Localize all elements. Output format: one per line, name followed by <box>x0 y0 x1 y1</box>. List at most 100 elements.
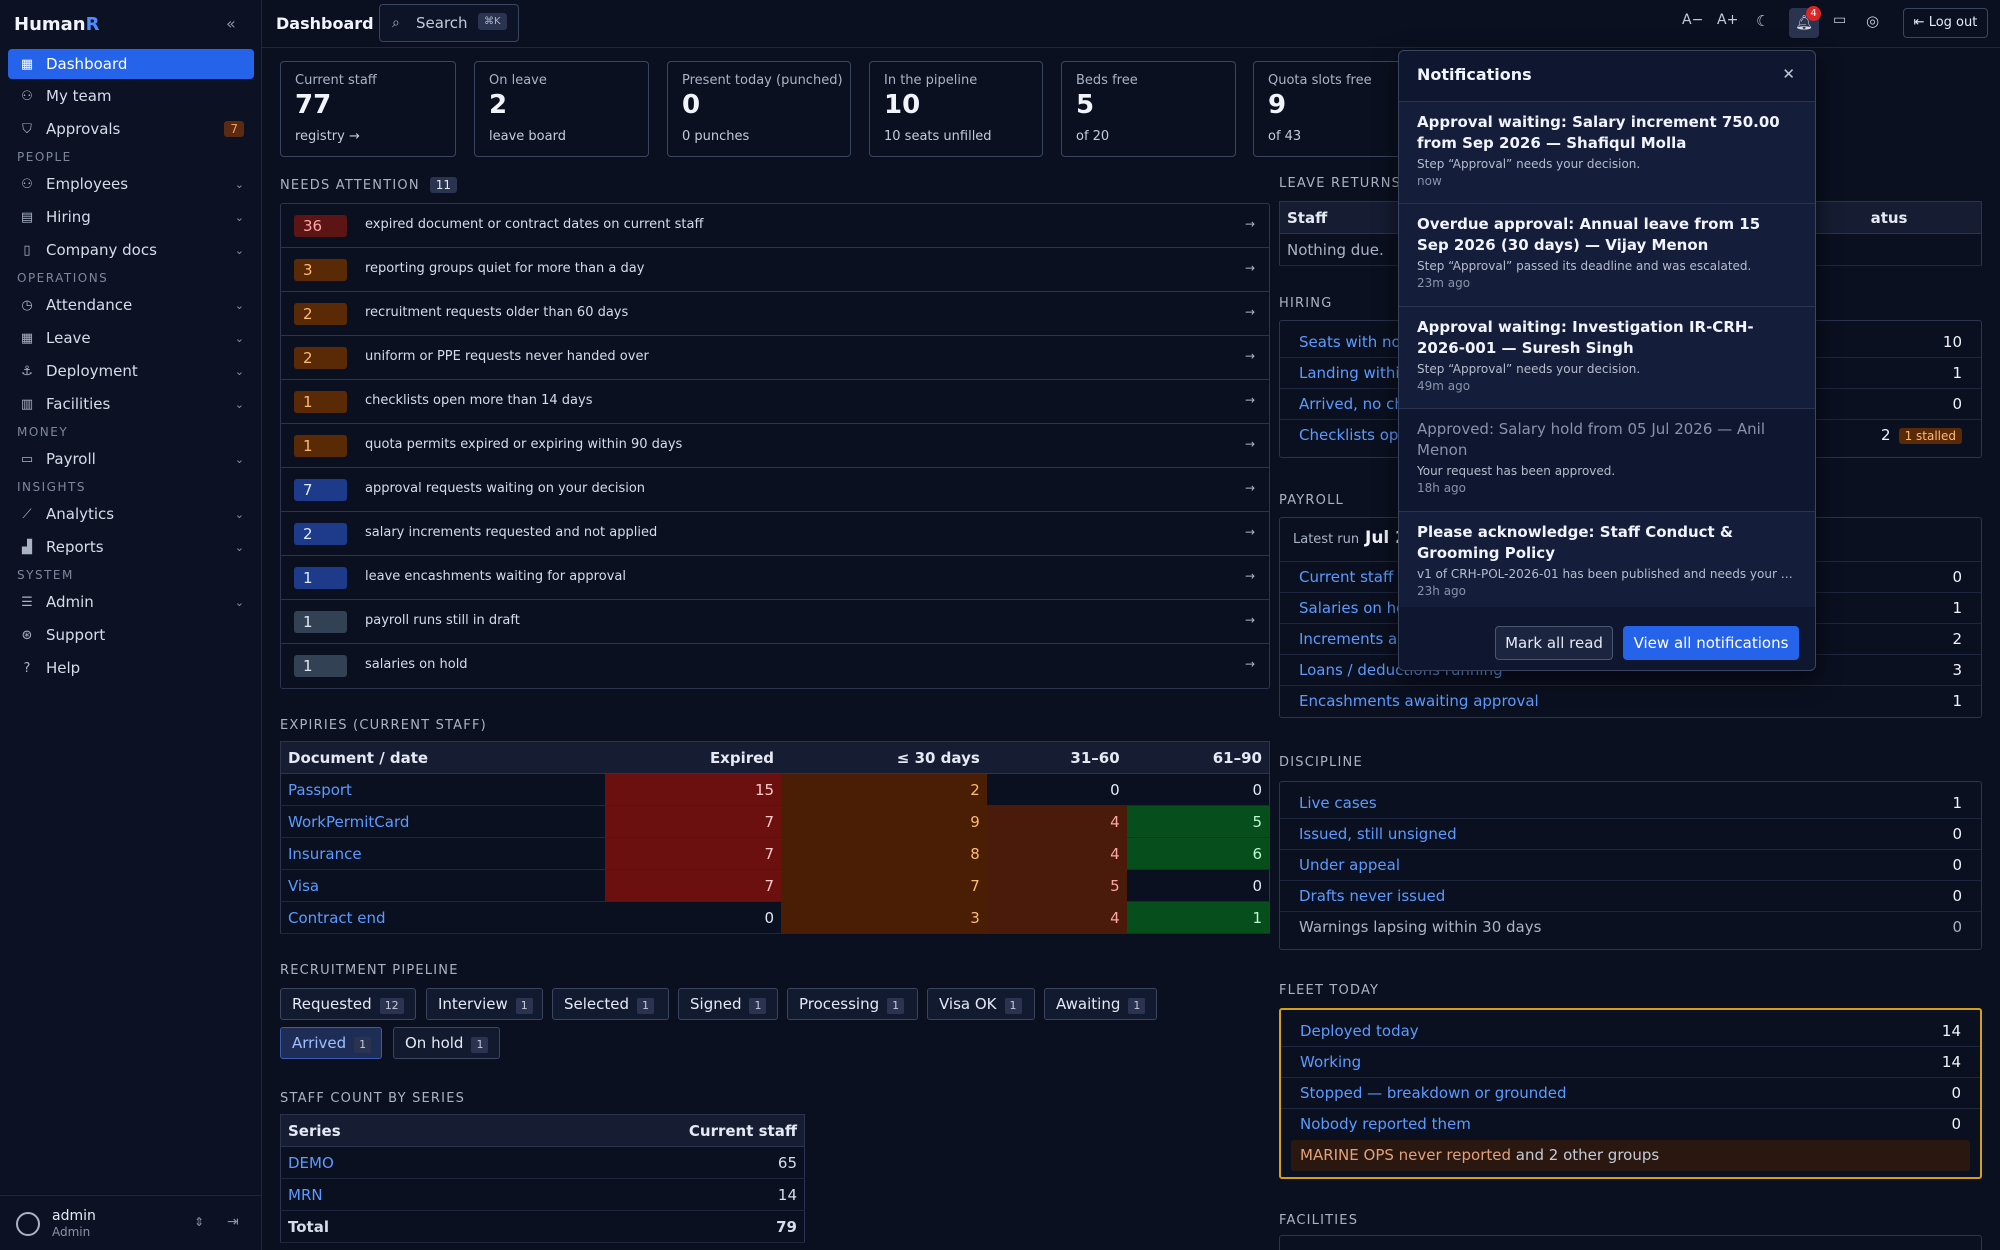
expiry-cell[interactable]: 7 <box>781 869 987 902</box>
chevron-down-icon[interactable]: ⌄ <box>235 453 244 466</box>
sidebar-item-approvals[interactable]: ⛉ Approvals 7 <box>8 113 254 145</box>
fleet-warning[interactable]: MARINE OPS never reported and 2 other gr… <box>1291 1140 1970 1171</box>
discipline-row[interactable]: Issued, still unsigned 0 <box>1280 819 1981 850</box>
sidebar-item-attendance[interactable]: ◷ Attendance ⌄ <box>8 289 254 321</box>
sidebar-item-facilities[interactable]: ▥ Facilities ⌄ <box>8 388 254 420</box>
notification-item[interactable]: Approved: Salary hold from 05 Jul 2026 —… <box>1399 408 1815 511</box>
mark-all-read-button[interactable]: Mark all read <box>1495 626 1613 660</box>
stat-sub[interactable]: registry → <box>295 129 360 144</box>
chevron-down-icon[interactable]: ⌄ <box>235 244 244 257</box>
expiry-cell[interactable]: 9 <box>781 805 987 838</box>
chat-icon[interactable]: ▭ <box>1833 12 1846 28</box>
sidebar-item-support[interactable]: ⊛ Support <box>8 619 254 651</box>
expiry-cell[interactable]: 4 <box>986 901 1127 934</box>
notification-item[interactable]: Approval waiting: Investigation IR-CRH-2… <box>1399 306 1815 408</box>
chevron-down-icon[interactable]: ⌄ <box>235 508 244 521</box>
fleet-row[interactable]: Stopped — breakdown or grounded 0 <box>1281 1078 1980 1109</box>
expiry-cell[interactable]: 7 <box>605 805 782 838</box>
search-button[interactable]: ⌕ Search ⌘K <box>379 4 519 42</box>
series-link[interactable]: DEMO <box>280 1146 466 1179</box>
collapse-sidebar-icon[interactable]: « <box>226 14 236 33</box>
needs-attention-row[interactable]: 1 checklists open more than 14 days → <box>281 380 1269 424</box>
sidebar-item-reports[interactable]: ▟ Reports ⌄ <box>8 531 254 563</box>
user-menu[interactable]: admin Admin ⇕ ⇥ <box>0 1195 262 1250</box>
expiry-doc-link[interactable]: Insurance <box>280 837 606 870</box>
expiry-cell[interactable]: 15 <box>605 773 782 806</box>
expiry-cell[interactable]: 5 <box>1126 805 1270 838</box>
needs-attention-row[interactable]: 1 quota permits expired or expiring withi… <box>281 424 1269 468</box>
chevron-down-icon[interactable]: ⌄ <box>235 596 244 609</box>
view-all-notifications-button[interactable]: View all notifications <box>1623 626 1799 660</box>
stat-card-present-today-punched[interactable]: Present today (punched) 0 0 punches <box>667 61 851 157</box>
pipeline-chip-processing[interactable]: Processing 1 <box>787 988 918 1020</box>
fleet-row[interactable]: Deployed today 14 <box>1281 1016 1980 1047</box>
needs-attention-row[interactable]: 2 uniform or PPE requests never handed ov… <box>281 336 1269 380</box>
expiry-cell[interactable]: 8 <box>781 837 987 870</box>
expiry-doc-link[interactable]: Passport <box>280 773 606 806</box>
chevron-down-icon[interactable]: ⌄ <box>235 211 244 224</box>
stat-card-beds-free[interactable]: Beds free 5 of 20 <box>1061 61 1236 157</box>
stat-card-on-leave[interactable]: On leave 2 leave board <box>474 61 649 157</box>
expiry-cell[interactable]: 5 <box>986 869 1127 902</box>
chevron-down-icon[interactable]: ⌄ <box>235 365 244 378</box>
pipeline-chip-awaiting[interactable]: Awaiting 1 <box>1044 988 1157 1020</box>
chevron-updown-icon[interactable]: ⇕ <box>194 1215 204 1229</box>
payroll-row[interactable]: Encashments awaiting approval 1 <box>1280 686 1981 717</box>
sidebar-item-leave[interactable]: ▦ Leave ⌄ <box>8 322 254 354</box>
discipline-row[interactable]: Under appeal 0 <box>1280 850 1981 881</box>
expiry-cell[interactable]: 0 <box>605 901 782 934</box>
expiry-cell[interactable]: 0 <box>986 773 1127 806</box>
expiry-cell[interactable]: 1 <box>1126 901 1270 934</box>
needs-attention-row[interactable]: 1 payroll runs still in draft → <box>281 600 1269 644</box>
sidebar-item-hiring[interactable]: ▤ Hiring ⌄ <box>8 201 254 233</box>
expiry-cell[interactable]: 7 <box>605 837 782 870</box>
pipeline-chip-signed[interactable]: Signed 1 <box>678 988 778 1020</box>
sidebar-item-deployment[interactable]: ⚓ Deployment ⌄ <box>8 355 254 387</box>
sidebar-item-payroll[interactable]: ▭ Payroll ⌄ <box>8 443 254 475</box>
expiry-cell[interactable]: 4 <box>986 837 1127 870</box>
needs-attention-row[interactable]: 3 reporting groups quiet for more than a … <box>281 248 1269 292</box>
series-link[interactable]: MRN <box>280 1178 466 1211</box>
fleet-row[interactable]: Nobody reported them 0 <box>1281 1109 1980 1140</box>
chevron-down-icon[interactable]: ⌄ <box>235 541 244 554</box>
close-icon[interactable]: ✕ <box>1782 65 1795 83</box>
expiry-cell[interactable]: 3 <box>781 901 987 934</box>
needs-attention-row[interactable]: 7 approval requests waiting on your decis… <box>281 468 1269 512</box>
notification-item[interactable]: Overdue approval: Annual leave from 15 S… <box>1399 203 1815 306</box>
fleet-row[interactable]: Working 14 <box>1281 1047 1980 1078</box>
moon-icon[interactable]: ☾ <box>1756 12 1769 30</box>
pipeline-chip-visa-ok[interactable]: Visa OK 1 <box>927 988 1035 1020</box>
sidebar-item-analytics[interactable]: ⟋ Analytics ⌄ <box>8 498 254 530</box>
expiry-cell[interactable]: 0 <box>1126 773 1270 806</box>
chevron-down-icon[interactable]: ⌄ <box>235 398 244 411</box>
needs-attention-row[interactable]: 2 recruitment requests older than 60 days… <box>281 292 1269 336</box>
logout-button[interactable]: ⇤ Log out <box>1903 8 1988 38</box>
stat-card-current-staff[interactable]: Current staff 77 registry → <box>280 61 456 157</box>
discipline-row[interactable]: Live cases 1 <box>1280 788 1981 819</box>
needs-attention-row[interactable]: 1 leave encashments waiting for approval → <box>281 556 1269 600</box>
sidebar-item-company-docs[interactable]: ▯ Company docs ⌄ <box>8 234 254 266</box>
stat-card-in-the-pipeline[interactable]: In the pipeline 10 10 seats unfilled <box>869 61 1043 157</box>
chevron-down-icon[interactable]: ⌄ <box>235 299 244 312</box>
chevron-down-icon[interactable]: ⌄ <box>235 332 244 345</box>
sidebar-item-my-team[interactable]: ⚇ My team <box>8 80 254 112</box>
sidebar-item-help[interactable]: ? Help <box>8 652 254 684</box>
sidebar-item-employees[interactable]: ⚇ Employees ⌄ <box>8 168 254 200</box>
notification-item[interactable]: Approval waiting: Salary increment 750.0… <box>1399 101 1815 203</box>
font-decrease-button[interactable]: A− <box>1682 12 1703 28</box>
needs-attention-row[interactable]: 1 salaries on hold → <box>281 644 1269 688</box>
expiry-cell[interactable]: 6 <box>1126 837 1270 870</box>
notification-item[interactable]: Please acknowledge: Staff Conduct & Groo… <box>1399 511 1815 607</box>
discipline-row[interactable]: Drafts never issued 0 <box>1280 881 1981 912</box>
needs-attention-row[interactable]: 2 salary increments requested and not app… <box>281 512 1269 556</box>
sidebar-item-dashboard[interactable]: ▦ Dashboard <box>8 49 254 79</box>
expiry-doc-link[interactable]: WorkPermitCard <box>280 805 606 838</box>
pipeline-chip-selected[interactable]: Selected 1 <box>552 988 669 1020</box>
font-increase-button[interactable]: A+ <box>1717 12 1738 28</box>
pipeline-chip-arrived[interactable]: Arrived 1 <box>280 1027 382 1059</box>
expiry-cell[interactable]: 2 <box>781 773 987 806</box>
expiry-doc-link[interactable]: Visa <box>280 869 606 902</box>
expiry-cell[interactable]: 4 <box>986 805 1127 838</box>
profile-icon[interactable]: ◎ <box>1866 12 1879 30</box>
expiry-cell[interactable]: 0 <box>1126 869 1270 902</box>
